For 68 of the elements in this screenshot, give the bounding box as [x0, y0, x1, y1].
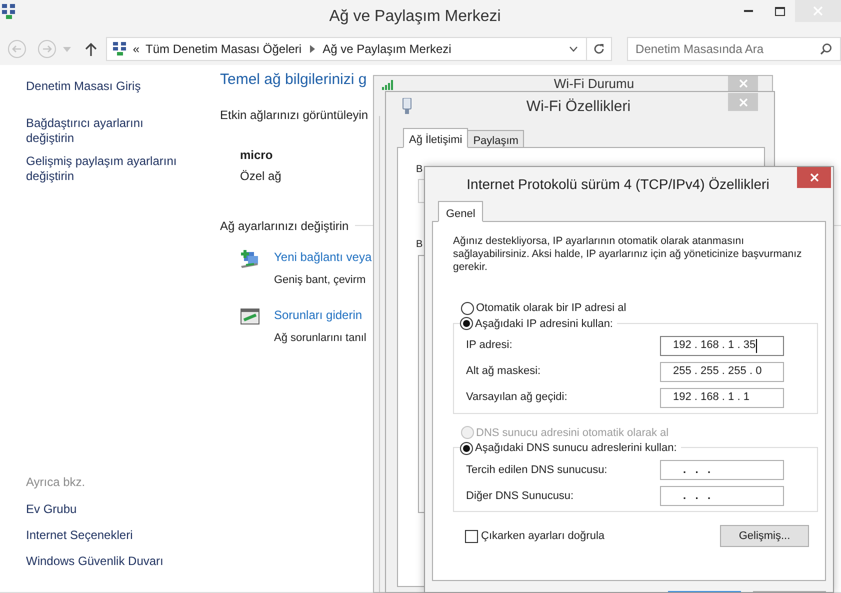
signal-icon	[382, 80, 396, 90]
ip-address-field[interactable]: 255 . 255 . 255 . 0	[660, 362, 784, 382]
field-label: B	[416, 163, 423, 177]
checkbox[interactable]	[465, 530, 478, 542]
ip-address-field[interactable]: 192 . 168 . 1 . 35	[660, 336, 784, 356]
field-label: Tercih edilen DNS sunucusu:	[466, 462, 608, 478]
network-type: Özel ağ	[240, 168, 282, 184]
network-setup-icon	[240, 248, 260, 268]
sidebar-link[interactable]: Gelişmiş paylaşım ayarlarını değiştirin	[26, 154, 191, 184]
sidebar-link[interactable]: Internet Seçenekleri	[26, 526, 220, 544]
breadcrumb-overflow[interactable]: «	[132, 40, 140, 58]
ip-address-field[interactable]: 192 . 168 . 1 . 1	[660, 388, 784, 408]
section-heading: Etkin ağlarınızı görüntüleyin	[220, 106, 368, 124]
task-link[interactable]: Sorunları giderin	[274, 306, 366, 324]
tab[interactable]: Genel	[438, 201, 484, 222]
breadcrumb[interactable]: Ağ ve Paylaşım Merkezi	[322, 40, 452, 58]
window-title: Internet Protokolü sürüm 4 (TCP/IPv4) Özellikleri	[466, 174, 770, 194]
tab[interactable]: Ağ İletişimi	[403, 128, 468, 148]
radio-label: Otomatik olarak bir IP adresi al	[476, 301, 626, 316]
close-icon	[813, 6, 823, 16]
checkbox-label: Çıkarken ayarları doğrula	[481, 528, 605, 544]
radio-button[interactable]	[460, 442, 473, 455]
address-bar[interactable]: « Tüm Denetim Masası Öğeleri Ağ ve Paylaşım Merkezi	[106, 37, 612, 61]
ip-address-field[interactable]: . . .	[660, 460, 784, 480]
tab[interactable]: Paylaşım	[467, 130, 524, 148]
sidebar-link[interactable]: Denetim Masası Giriş	[26, 79, 191, 94]
section-heading: Ağ ayarlarınızı değiştirin	[220, 218, 349, 234]
advanced-button[interactable]: Gelişmiş...	[720, 525, 809, 547]
close-icon	[738, 79, 748, 88]
sidebar-link[interactable]: Ev Grubu	[26, 500, 220, 518]
description-text: Ağınız destekliyorsa, IP ayarlarının otomatik olarak atanmasını sağlayabilirsiniz. Aksi halde, IP ayarlarınız için ağ yöneticinize başvurmanız gerekir.	[453, 235, 803, 274]
radio-button[interactable]	[460, 317, 473, 330]
adapter-icon	[402, 98, 412, 114]
search-field[interactable]: Denetim Masasında Ara	[626, 37, 841, 61]
network-icon	[2, 4, 16, 20]
page-heading: Temel ağ bilgilerinizi g	[220, 70, 367, 90]
task-link[interactable]: Yeni bağlantı veya	[274, 248, 372, 266]
field-label: Varsayılan ağ geçidi:	[466, 390, 568, 406]
text-cursor	[756, 338, 757, 352]
sidebar-link[interactable]: Bağdaştırıcı ayarlarını değiştirin	[26, 116, 191, 146]
field-label: Alt ağ maskesi:	[466, 364, 542, 380]
up-arrow-icon[interactable]	[84, 42, 97, 56]
field-label: B	[416, 238, 423, 252]
close-icon	[810, 173, 818, 182]
close-button[interactable]	[797, 167, 831, 188]
breadcrumb[interactable]: Tüm Denetim Masası Öğeleri	[146, 40, 302, 58]
network-icon	[112, 42, 127, 56]
network-name: micro	[240, 146, 273, 164]
field-label: Diğer DNS Sunucusu:	[466, 488, 575, 504]
search-icon	[820, 43, 832, 55]
window-title: Wi-Fi Durumu	[552, 77, 636, 91]
window-title: Ağ ve Paylaşım Merkezi	[328, 6, 502, 26]
chevron-right-icon[interactable]	[310, 45, 315, 53]
window-title: Wi-Fi Özellikleri	[525, 96, 632, 117]
field-label: IP adresi:	[466, 338, 514, 354]
ip-address-field[interactable]: . . .	[660, 486, 784, 506]
troubleshoot-icon	[240, 307, 260, 327]
task-description: Geniş bant, çevirm	[274, 272, 367, 288]
radio-label: Aşağıdaki DNS sunucu adreslerini kullan:	[475, 441, 677, 456]
radio-button[interactable]	[461, 302, 474, 315]
radio-label: Aşağıdaki IP adresini kullan:	[475, 316, 613, 332]
section-heading: Ayrıca bkz.	[26, 474, 86, 491]
chevron-down-icon[interactable]	[568, 46, 578, 52]
close-icon	[738, 98, 748, 106]
sidebar-link[interactable]: Windows Güvenlik Duvarı	[26, 552, 220, 570]
radio-label: DNS sunucu adresini otomatik olarak al	[476, 426, 669, 440]
refresh-icon[interactable]	[592, 43, 605, 55]
task-description: Ağ sorunlarını tanıl	[274, 331, 366, 346]
